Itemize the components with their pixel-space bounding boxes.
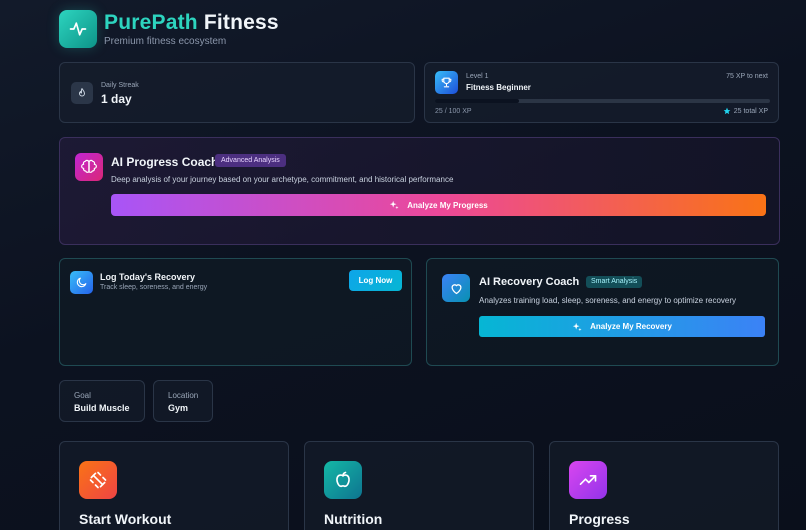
trophy-icon [435,71,458,94]
heart-icon [442,274,470,302]
xp-progress-fill [435,99,519,103]
log-recovery-subtitle: Track sleep, soreness, and energy [100,284,208,291]
start-workout-card[interactable]: Start Workout [59,441,289,530]
goal-label: Goal [74,391,91,400]
sparkles-icon [390,200,399,210]
location-value: Gym [168,403,189,413]
xp-total-text: 25 total XP [733,107,768,115]
progress-label: Progress [569,511,630,527]
ai-progress-coach-title: AI Progress Coach [111,155,219,169]
analyze-recovery-label: Analyze My Recovery [590,322,672,331]
ai-recovery-coach-description: Analyzes training load, sleep, soreness,… [479,296,737,305]
level-card: Level 1 Fitness Beginner 75 XP to next 2… [424,62,779,123]
analyze-progress-label: Analyze My Progress [407,200,488,210]
xp-progress-bar [435,99,770,103]
level-name: Fitness Beginner [466,83,531,92]
dumbbell-icon [79,461,117,499]
brand-name-primary: PurePath [104,11,198,34]
brand-name-secondary: Fitness [197,11,279,34]
log-recovery-card: Log Today's Recovery Track sleep, sorene… [59,258,412,366]
brain-icon [75,153,103,181]
ai-progress-coach-card: AI Progress Coach Advanced Analysis Deep… [59,137,780,245]
nutrition-card[interactable]: Nutrition [304,441,534,530]
apple-icon [324,461,362,499]
xp-current: 25 / 100 XP [435,108,472,115]
flame-icon [71,82,93,104]
location-chip: Location Gym [153,380,213,422]
xp-total: 25 total XP [723,107,768,115]
app-subtitle: Premium fitness ecosystem [104,36,227,47]
sparkles-icon [572,322,582,331]
smart-analysis-badge: Smart Analysis [586,276,643,288]
daily-streak-card: Daily Streak 1 day [59,62,415,123]
goal-chip: Goal Build Muscle [59,380,145,422]
trending-up-icon [569,461,607,499]
ai-recovery-coach-title: AI Recovery Coach [479,276,580,288]
pulse-icon [69,22,87,36]
start-workout-label: Start Workout [79,511,172,527]
streak-value: 1 day [101,92,132,106]
advanced-analysis-badge: Advanced Analysis [215,154,286,167]
log-recovery-title: Log Today's Recovery [100,272,196,282]
ai-recovery-coach-card: AI Recovery Coach Smart Analysis Analyze… [426,258,779,366]
ai-progress-coach-description: Deep analysis of your journey based on y… [111,175,454,184]
app-logo [59,10,97,48]
progress-card[interactable]: Progress [549,441,779,530]
moon-icon [70,271,93,294]
nutrition-label: Nutrition [324,511,383,527]
analyze-progress-button[interactable]: Analyze My Progress [111,194,766,216]
log-now-button[interactable]: Log Now [349,270,402,291]
level-number: Level 1 [466,73,489,80]
app-title: PurePath Fitness [104,11,279,35]
xp-to-next: 75 XP to next [726,73,768,80]
streak-label: Daily Streak [101,82,139,89]
location-label: Location [168,391,199,400]
analyze-recovery-button[interactable]: Analyze My Recovery [479,316,765,337]
star-icon [723,107,731,115]
goal-value: Build Muscle [74,403,130,413]
